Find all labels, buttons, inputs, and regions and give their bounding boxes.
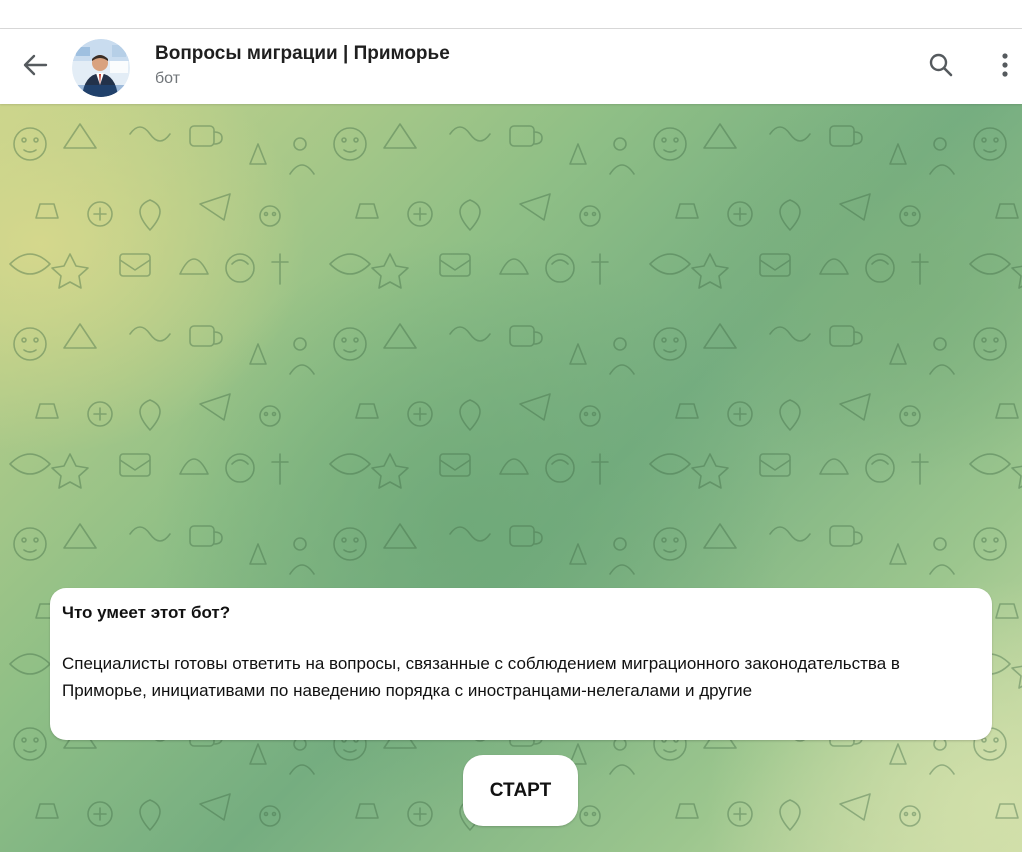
window-top-strip [0,0,1022,29]
more-vertical-icon [1001,52,1009,83]
start-button[interactable]: СТАРТ [463,755,578,826]
search-icon [928,52,954,83]
chat-title[interactable]: Вопросы миграции | Приморье [155,43,450,65]
chat-subtitle: бот [155,70,181,87]
more-menu-button[interactable] [990,49,1020,85]
chat-wallpaper: Что умеет этот бот? Специалисты готовы о… [0,104,1022,852]
telegram-chat-window: Вопросы миграции | Приморье бот Что умее… [0,0,1022,852]
bot-info-description: Специалисты готовы ответить на вопросы, … [62,654,900,700]
bot-info-card: Что умеет этот бот? Специалисты готовы о… [50,588,992,740]
chat-header: Вопросы миграции | Приморье бот [0,29,1022,104]
search-button[interactable] [922,49,960,85]
bot-info-heading: Что умеет этот бот? [62,603,231,622]
bot-avatar[interactable] [72,39,130,97]
arrow-left-icon [22,53,48,82]
back-button[interactable] [14,49,56,85]
